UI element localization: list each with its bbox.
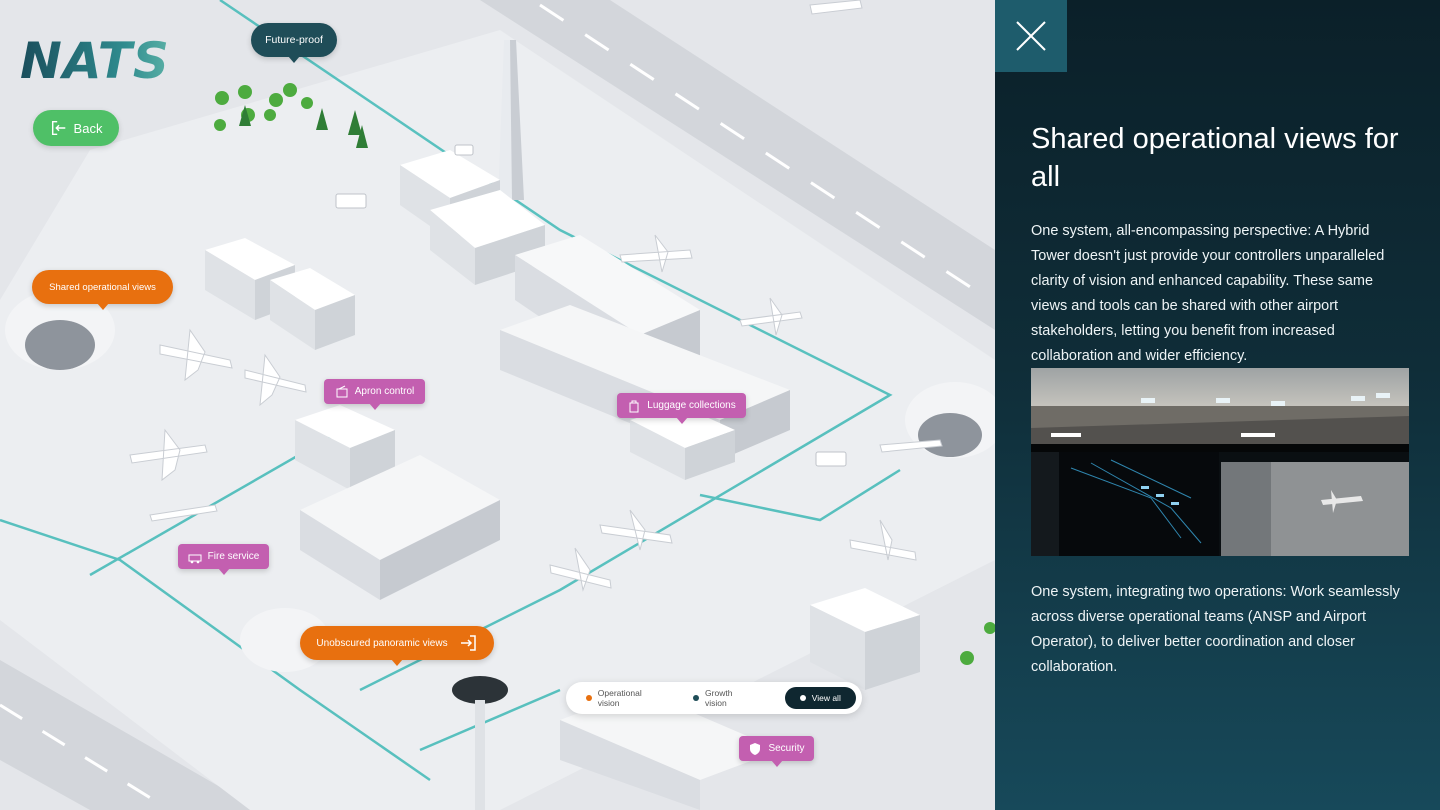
fire-truck-icon (188, 554, 202, 563)
legend-growth-vision[interactable]: Growth vision (693, 688, 754, 708)
close-button[interactable] (995, 0, 1067, 72)
fire-service-label: Fire service (207, 551, 260, 562)
orange-dot-icon (586, 695, 592, 701)
hybrid-tower-display-image (1031, 368, 1409, 556)
future-proof-label: Future-proof (265, 34, 323, 46)
future-proof-marker[interactable]: Future-proof (251, 23, 337, 63)
radio-icon (336, 385, 348, 397)
back-button-label: Back (73, 120, 103, 136)
luggage-collections-marker[interactable]: Luggage collections (617, 393, 746, 424)
enter-arrow-icon (460, 635, 476, 651)
panel-paragraph-2: One system, integrating two operations: … (1031, 584, 1400, 675)
back-button[interactable]: Back (33, 110, 119, 146)
apron-control-label: Apron control (354, 386, 415, 397)
security-label: Security (768, 743, 805, 754)
white-dot-icon (799, 695, 806, 701)
fire-service-marker[interactable]: Fire service (178, 544, 269, 575)
panoramic-label: Unobscured panoramic views (316, 637, 448, 649)
luggage-label: Luggage collections (647, 400, 736, 411)
panel-paragraph-1: One system, all-encompassing perspective… (1031, 223, 1385, 364)
security-marker[interactable]: Security (739, 736, 814, 767)
close-icon (1016, 21, 1046, 51)
view-all-button[interactable]: View all (784, 687, 856, 709)
legend-operational-label: Operational vision (597, 688, 642, 708)
legend-operational-vision[interactable]: Operational vision (586, 688, 663, 708)
panoramic-views-marker[interactable]: Unobscured panoramic views (300, 626, 494, 666)
tower-views-screenshot (1031, 368, 1409, 556)
luggage-icon (629, 400, 639, 412)
nats-logo: NATS (20, 32, 170, 90)
panel-title: Shared operational views for all (1031, 123, 1399, 193)
teal-dot-icon (693, 695, 700, 701)
exit-arrow-icon (51, 120, 65, 136)
view-all-label: View all (811, 693, 841, 703)
shared-views-label: Shared operational views (49, 281, 156, 293)
airport-map[interactable]: NATS Back Future-proof Shared operationa… (0, 0, 995, 810)
legend-growth-label: Growth vision (705, 688, 733, 708)
shield-icon (750, 742, 761, 755)
info-panel: Shared operational views for all One sys… (995, 0, 1440, 810)
shared-operational-views-marker[interactable]: Shared operational views (32, 270, 173, 310)
vision-legend: Operational vision Growth vision View al… (566, 682, 862, 714)
apron-control-marker[interactable]: Apron control (324, 379, 425, 410)
